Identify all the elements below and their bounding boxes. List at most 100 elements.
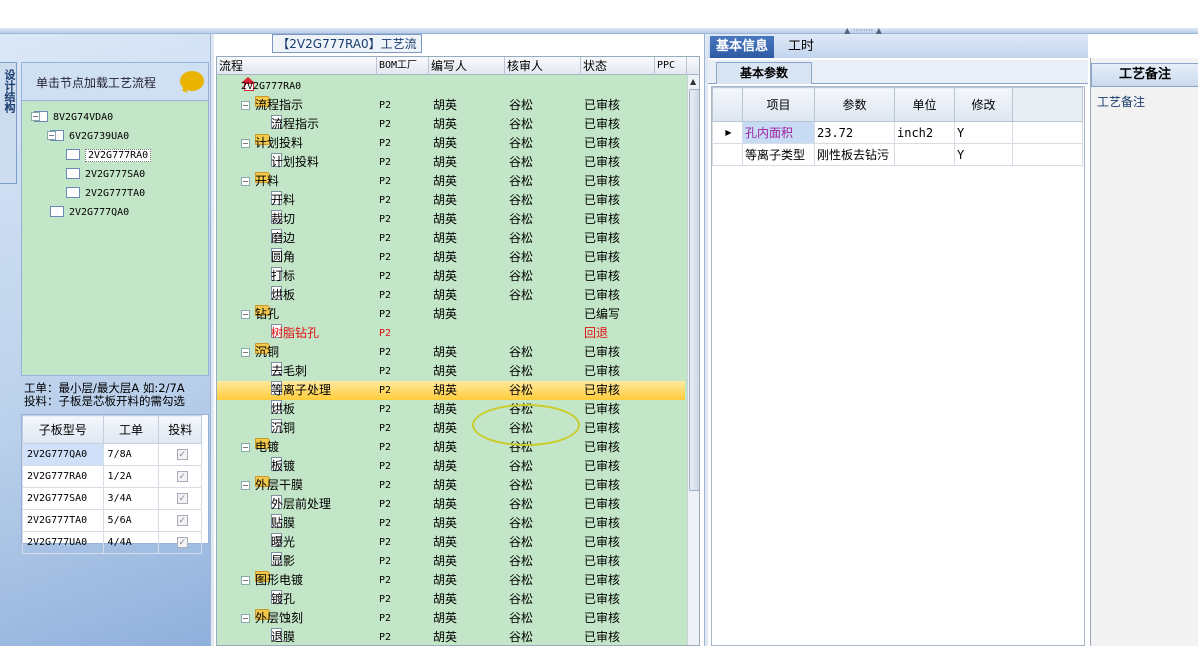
process-row[interactable]: 沉铜 P2 胡英 谷松 已审核 − bbox=[217, 343, 685, 362]
process-row[interactable]: 去毛刺 P2 胡英 谷松 已审核 bbox=[217, 362, 685, 381]
col-header-flow[interactable]: 流程 bbox=[217, 57, 377, 75]
author-cell: 胡英 bbox=[433, 630, 458, 644]
param-edit[interactable]: Y bbox=[954, 121, 1013, 144]
tab-basic-info[interactable]: 基本信息 bbox=[710, 36, 775, 58]
feed-cell[interactable]: ✓ bbox=[158, 509, 202, 532]
checkbox-checked-icon[interactable]: ✓ bbox=[176, 515, 188, 526]
col-header-param[interactable]: 参数 bbox=[814, 87, 895, 122]
collapse-icon[interactable]: − bbox=[241, 310, 250, 319]
vertical-scrollbar[interactable]: ▲ bbox=[687, 75, 699, 645]
collapse-icon[interactable]: − bbox=[241, 177, 250, 186]
col-header-feed[interactable]: 投料 bbox=[158, 415, 202, 444]
process-row[interactable]: 树脂钻孔 P2 回退 bbox=[217, 324, 685, 343]
scrollbar-thumb[interactable] bbox=[689, 89, 699, 491]
checkbox-checked-icon[interactable]: ✓ bbox=[176, 449, 188, 460]
param-value[interactable]: 刚性板去钻污 bbox=[814, 143, 895, 166]
scroll-up-icon[interactable]: ▲ bbox=[690, 77, 696, 86]
tree-node[interactable]: 2V2G777SA0 bbox=[66, 165, 145, 181]
process-row[interactable]: 外层前处理 P2 胡英 谷松 已审核 bbox=[217, 495, 685, 514]
collapse-icon[interactable]: − bbox=[241, 614, 250, 623]
param-row[interactable]: 等离子类型 刚性板去钻污 Y bbox=[712, 143, 1083, 166]
process-row[interactable]: 圆角 P2 胡英 谷松 已审核 bbox=[217, 248, 685, 267]
feed-cell[interactable]: ✓ bbox=[158, 443, 202, 466]
table-row[interactable]: 2V2G777SA0 3/4A ✓ bbox=[22, 487, 202, 510]
bom-cell: P2 bbox=[379, 119, 392, 130]
feed-cell[interactable]: ✓ bbox=[158, 487, 202, 510]
process-row[interactable]: 烘板 P2 胡英 谷松 已审核 bbox=[217, 400, 685, 419]
process-row[interactable]: 贴膜 P2 胡英 谷松 已审核 bbox=[217, 514, 685, 533]
status-cell: 已审核 bbox=[584, 155, 621, 169]
process-row[interactable]: 计划投料 P2 胡英 谷松 已审核 bbox=[217, 153, 685, 172]
col-header-item[interactable]: 项目 bbox=[742, 87, 815, 122]
table-row[interactable]: 2V2G777TA0 5/6A ✓ bbox=[22, 509, 202, 532]
collapse-icon[interactable]: − bbox=[241, 139, 250, 148]
process-row[interactable]: 打标 P2 胡英 谷松 已审核 bbox=[217, 267, 685, 286]
param-value[interactable]: 23.72 bbox=[814, 121, 895, 144]
tab-process-notes[interactable]: 工艺备注 bbox=[1091, 63, 1198, 87]
tab-work-hours[interactable]: 工时 bbox=[782, 36, 820, 58]
col-header-status[interactable]: 状态 bbox=[581, 57, 655, 75]
reviewer-cell: 谷松 bbox=[509, 174, 534, 188]
tree-node[interactable]: 2V2G777RA0 bbox=[66, 146, 152, 162]
checkbox-checked-icon[interactable]: ✓ bbox=[176, 537, 188, 548]
process-row[interactable]: 电镀 P2 胡英 谷松 已审核 − bbox=[217, 438, 685, 457]
process-row[interactable]: 烘板 P2 胡英 谷松 已审核 bbox=[217, 286, 685, 305]
subtab-basic-params[interactable]: 基本参数 bbox=[716, 62, 812, 84]
collapse-icon[interactable]: − bbox=[241, 348, 250, 357]
collapse-icon[interactable]: − bbox=[31, 112, 40, 121]
collapse-icon[interactable]: − bbox=[241, 481, 250, 490]
process-row[interactable]: 板镀 P2 胡英 谷松 已审核 bbox=[217, 457, 685, 476]
tree-node[interactable]: 2V2G777TA0 bbox=[66, 184, 145, 200]
process-row[interactable]: 流程指示 P2 胡英 谷松 已审核 bbox=[217, 115, 685, 134]
param-edit[interactable]: Y bbox=[954, 143, 1013, 166]
process-row[interactable]: 图形电镀 P2 胡英 谷松 已审核 − bbox=[217, 571, 685, 590]
tree-node[interactable]: 6V2G739UA0 bbox=[50, 127, 129, 143]
reviewer-cell: 谷松 bbox=[509, 98, 534, 112]
process-row[interactable]: 曝光 P2 胡英 谷松 已审核 bbox=[217, 533, 685, 552]
collapse-icon[interactable]: − bbox=[241, 443, 250, 452]
feed-cell[interactable]: ✓ bbox=[158, 531, 202, 554]
checkbox-checked-icon[interactable]: ✓ bbox=[176, 493, 188, 504]
splitter-bar[interactable] bbox=[0, 28, 1198, 33]
col-header-edit[interactable]: 修改 bbox=[954, 87, 1013, 122]
process-row[interactable]: 计划投料 P2 胡英 谷松 已审核 − bbox=[217, 134, 685, 153]
process-row[interactable]: 磨边 P2 胡英 谷松 已审核 bbox=[217, 229, 685, 248]
table-row[interactable]: 2V2G777RA0 1/2A ✓ bbox=[22, 465, 202, 488]
col-header-order[interactable]: 工单 bbox=[102, 415, 160, 444]
col-header-sub-board[interactable]: 子板型号 bbox=[22, 415, 104, 444]
param-row[interactable]: ▶ 孔内面积 23.72 inch2 Y bbox=[712, 121, 1083, 144]
process-row[interactable]: 裁切 P2 胡英 谷松 已审核 bbox=[217, 210, 685, 229]
col-header-reviewer[interactable]: 核审人 bbox=[505, 57, 581, 75]
process-row[interactable]: 等离子处理 P2 胡英 谷松 已审核 bbox=[217, 381, 685, 400]
col-header-bom[interactable]: BOM工厂 bbox=[377, 57, 429, 75]
process-row[interactable]: 开料 P2 胡英 谷松 已审核 bbox=[217, 191, 685, 210]
status-cell: 已审核 bbox=[584, 364, 621, 378]
process-row[interactable]: 退膜 P2 胡英 谷松 已审核 bbox=[217, 628, 685, 645]
feed-cell[interactable]: ✓ bbox=[158, 465, 202, 488]
step-name: 显影 bbox=[271, 554, 296, 568]
collapse-icon[interactable]: − bbox=[47, 131, 56, 140]
process-row[interactable]: 沉铜 P2 胡英 谷松 已审核 bbox=[217, 419, 685, 438]
tree-root-row[interactable]: 2V2G777RA0 bbox=[217, 77, 685, 96]
vertical-tab-design-structure[interactable]: 设计结构 bbox=[0, 62, 17, 184]
grid-header: 流程 BOM工厂 编写人 核审人 状态 PPC bbox=[217, 57, 699, 75]
table-row[interactable]: 2V2G777QA0 7/8A ✓ bbox=[22, 443, 202, 466]
process-row[interactable]: 开料 P2 胡英 谷松 已审核 − bbox=[217, 172, 685, 191]
process-row[interactable]: 显影 P2 胡英 谷松 已审核 bbox=[217, 552, 685, 571]
tree-node[interactable]: 2V2G777QA0 bbox=[50, 203, 129, 219]
col-header-ppc[interactable]: PPC bbox=[655, 57, 687, 75]
table-row[interactable]: 2V2G777UA0 4/4A ✓ bbox=[22, 531, 202, 554]
col-header-author[interactable]: 编写人 bbox=[429, 57, 505, 75]
author-cell: 胡英 bbox=[433, 535, 458, 549]
process-row[interactable]: 外层蚀刻 P2 胡英 谷松 已审核 − bbox=[217, 609, 685, 628]
col-header-unit[interactable]: 单位 bbox=[894, 87, 955, 122]
collapse-icon[interactable]: − bbox=[241, 576, 250, 585]
process-row[interactable]: 钻孔 P2 胡英 已编写 − bbox=[217, 305, 685, 324]
process-row[interactable]: 流程指示 P2 胡英 谷松 已审核 − bbox=[217, 96, 685, 115]
checkbox-checked-icon[interactable]: ✓ bbox=[176, 471, 188, 482]
process-row[interactable]: 镀孔 P2 胡英 谷松 已审核 bbox=[217, 590, 685, 609]
collapse-icon[interactable]: − bbox=[241, 101, 250, 110]
status-cell: 已审核 bbox=[584, 592, 621, 606]
process-row[interactable]: 外层干膜 P2 胡英 谷松 已审核 − bbox=[217, 476, 685, 495]
tree-node[interactable]: 8V2G74VDA0 bbox=[34, 108, 113, 124]
